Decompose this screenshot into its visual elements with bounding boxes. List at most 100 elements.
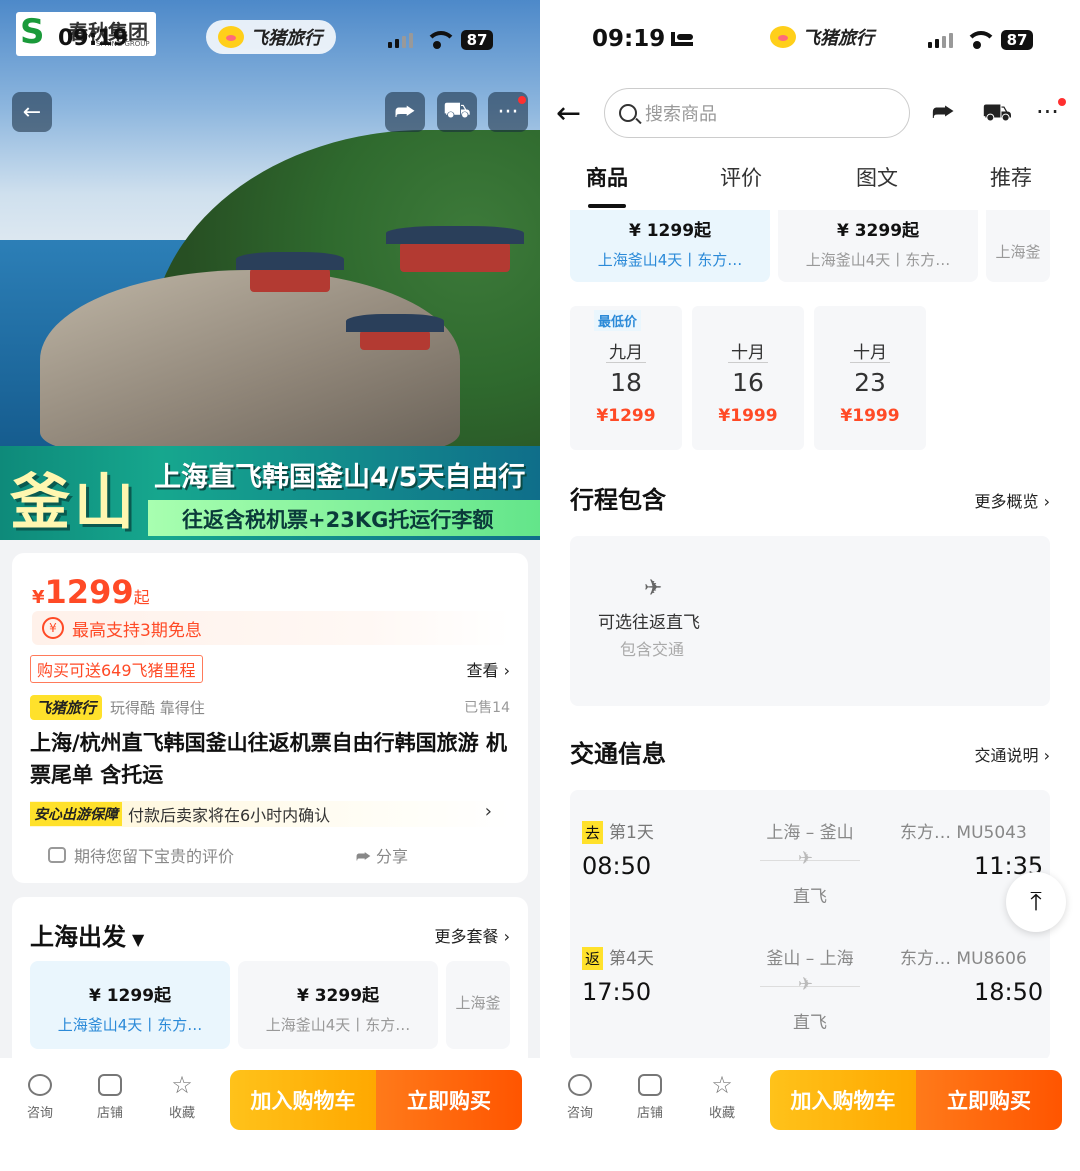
- back-button[interactable]: ←: [556, 96, 581, 131]
- cart-button[interactable]: ⛟: [437, 92, 477, 132]
- flight-route: 釜山 – 上海: [766, 949, 854, 969]
- date-month: 十月: [731, 343, 765, 363]
- package-option[interactable]: ¥ 1299起 上海釜山4天丨东方…: [30, 961, 230, 1049]
- price-value: 1299: [44, 573, 134, 611]
- buy-now-button[interactable]: 立即购买: [916, 1070, 1062, 1130]
- favorite-button[interactable]: ☆ 收藏: [698, 1073, 746, 1121]
- flight-number: MU8606: [956, 949, 1027, 969]
- package-option[interactable]: 上海釜: [986, 210, 1050, 282]
- price-suffix: 起: [133, 588, 150, 607]
- cart-button[interactable]: ⛟: [982, 98, 1012, 129]
- itinerary-item: 可选往返直飞: [598, 613, 700, 633]
- add-to-cart-button[interactable]: 加入购物车: [770, 1070, 916, 1130]
- assurance-text: 付款后卖家将在6小时内确认: [128, 806, 331, 825]
- package-option[interactable]: ¥ 3299起 上海釜山4天丨东方…: [778, 210, 978, 282]
- store-icon: [98, 1074, 122, 1096]
- shop-button[interactable]: 店铺: [86, 1074, 134, 1121]
- back-button[interactable]: ←: [12, 92, 52, 132]
- banner-city: 釜山: [10, 468, 138, 538]
- more-button[interactable]: ···: [1036, 98, 1059, 126]
- signal-icon: [388, 32, 413, 48]
- plane-icon: ✈: [644, 576, 663, 601]
- chevron-right-icon: ›: [484, 801, 492, 822]
- search-input[interactable]: 搜索商品: [604, 88, 910, 138]
- flight-depart-time: 17:50: [582, 978, 652, 1006]
- tab-details[interactable]: 图文: [856, 162, 898, 192]
- date-day: 16: [732, 368, 764, 397]
- assurance-tag: 安心出游保障: [30, 802, 122, 826]
- buy-now-button[interactable]: 立即购买: [376, 1070, 522, 1130]
- departure-title: 上海出发: [30, 923, 126, 951]
- consult-button[interactable]: 咨询: [556, 1074, 604, 1121]
- date-month: 十月: [853, 343, 887, 363]
- date-option[interactable]: 最低价 九月 18 ¥1299: [570, 306, 682, 450]
- plane-icon: ✈: [798, 974, 814, 995]
- status-time: 09:19: [592, 26, 666, 52]
- search-icon: [619, 104, 637, 122]
- tab-recommend[interactable]: 推荐: [990, 162, 1032, 192]
- flight-direction-tag: 去: [582, 821, 604, 844]
- product-title: 上海/杭州直飞韩国釜山往返机票自由行韩国旅游 机票尾单 含托运: [30, 731, 507, 787]
- temple: [346, 314, 444, 350]
- assurance-row[interactable]: 安心出游保障 付款后卖家将在6小时内确认 ›: [30, 801, 510, 827]
- date-option[interactable]: 十月 16 ¥1999: [692, 306, 804, 450]
- battery-icon: 87: [461, 30, 493, 50]
- view-link[interactable]: 查看 ›: [467, 657, 511, 681]
- share-button[interactable]: ⮫: [932, 98, 954, 126]
- tab-reviews[interactable]: 评价: [720, 162, 762, 192]
- flight-day: 去第1天: [582, 818, 654, 844]
- package-option[interactable]: ¥ 1299起 上海釜山4天丨东方…: [570, 210, 770, 282]
- transport-more-link[interactable]: 交通说明 ›: [975, 742, 1051, 766]
- store-icon: [638, 1074, 662, 1096]
- brand-pill: 飞猪旅行: [206, 20, 336, 54]
- package-option[interactable]: 上海釜: [446, 961, 510, 1049]
- back-to-top-button[interactable]: ⤒: [1006, 872, 1066, 932]
- review-prompt[interactable]: 期待您留下宝贵的评价: [48, 843, 234, 867]
- date-price: ¥1299: [596, 406, 656, 426]
- package-price: ¥ 3299起: [296, 986, 380, 1006]
- shop-button[interactable]: 店铺: [626, 1074, 674, 1121]
- flight-direction-tag: 返: [582, 947, 604, 970]
- flight-type: 直飞: [793, 887, 827, 907]
- favorite-button[interactable]: ☆ 收藏: [158, 1073, 206, 1121]
- product-card: ¥1299起 ¥ 最高支持3期免息 购买可送649飞猪里程 查看 › 飞猪旅行 …: [12, 553, 528, 883]
- date-month: 九月: [609, 343, 643, 363]
- date-divider: [606, 362, 646, 363]
- package-price: ¥ 1299起: [628, 221, 712, 241]
- consult-label: 咨询: [566, 1106, 593, 1121]
- installment-banner[interactable]: ¥ 最高支持3期免息: [32, 611, 510, 645]
- package-price: ¥ 1299起: [88, 986, 172, 1006]
- status-icons: 87: [388, 30, 493, 50]
- brand-slogan: 玩得酷 靠得住: [110, 699, 205, 717]
- itinerary-sub: 包含交通: [620, 640, 685, 659]
- more-packages-link[interactable]: 更多套餐 ›: [435, 923, 511, 947]
- wifi-icon: [965, 31, 997, 49]
- package-option[interactable]: ¥ 3299起 上海釜山4天丨东方…: [238, 961, 438, 1049]
- chat-icon: [568, 1074, 592, 1096]
- flight-airline-group: 东方… MU5043: [900, 818, 1027, 843]
- notification-dot: [518, 96, 526, 104]
- transport-title: 交通信息: [570, 740, 666, 768]
- lowest-price-badge: 最低价: [594, 310, 642, 331]
- add-to-cart-button[interactable]: 加入购物车: [230, 1070, 376, 1130]
- consult-label: 咨询: [26, 1106, 53, 1121]
- search-placeholder: 搜索商品: [645, 104, 717, 125]
- flight-day-label: 第1天: [609, 823, 654, 843]
- flight-route: 上海 – 釜山: [766, 823, 854, 843]
- share-link[interactable]: ⮫ 分享: [356, 843, 408, 867]
- brand-pill-label: 飞猪旅行: [250, 28, 322, 49]
- arrow-up-icon: ⤒: [1030, 886, 1042, 917]
- tab-product[interactable]: 商品: [586, 162, 628, 192]
- content-area: ¥ 1299起 上海釜山4天丨东方… ¥ 3299起 上海釜山4天丨东方… 上海…: [540, 210, 1080, 1060]
- share-button[interactable]: ⮫: [385, 92, 425, 132]
- package-desc: 上海釜山4天丨东方…: [597, 251, 743, 269]
- itinerary-box[interactable]: ✈ 可选往返直飞 包含交通: [570, 536, 1050, 706]
- itinerary-more-link[interactable]: 更多概览 ›: [975, 488, 1051, 512]
- bottom-bar: 咨询 店铺 ☆ 收藏 加入购物车 立即购买: [540, 1058, 1080, 1171]
- departure-selector[interactable]: 上海出发 ▼: [30, 917, 144, 952]
- battery-icon: 87: [1001, 30, 1033, 50]
- date-day: 23: [854, 368, 886, 397]
- date-option[interactable]: 十月 23 ¥1999: [814, 306, 926, 450]
- fliggy-pig-icon: [770, 26, 796, 48]
- consult-button[interactable]: 咨询: [16, 1074, 64, 1121]
